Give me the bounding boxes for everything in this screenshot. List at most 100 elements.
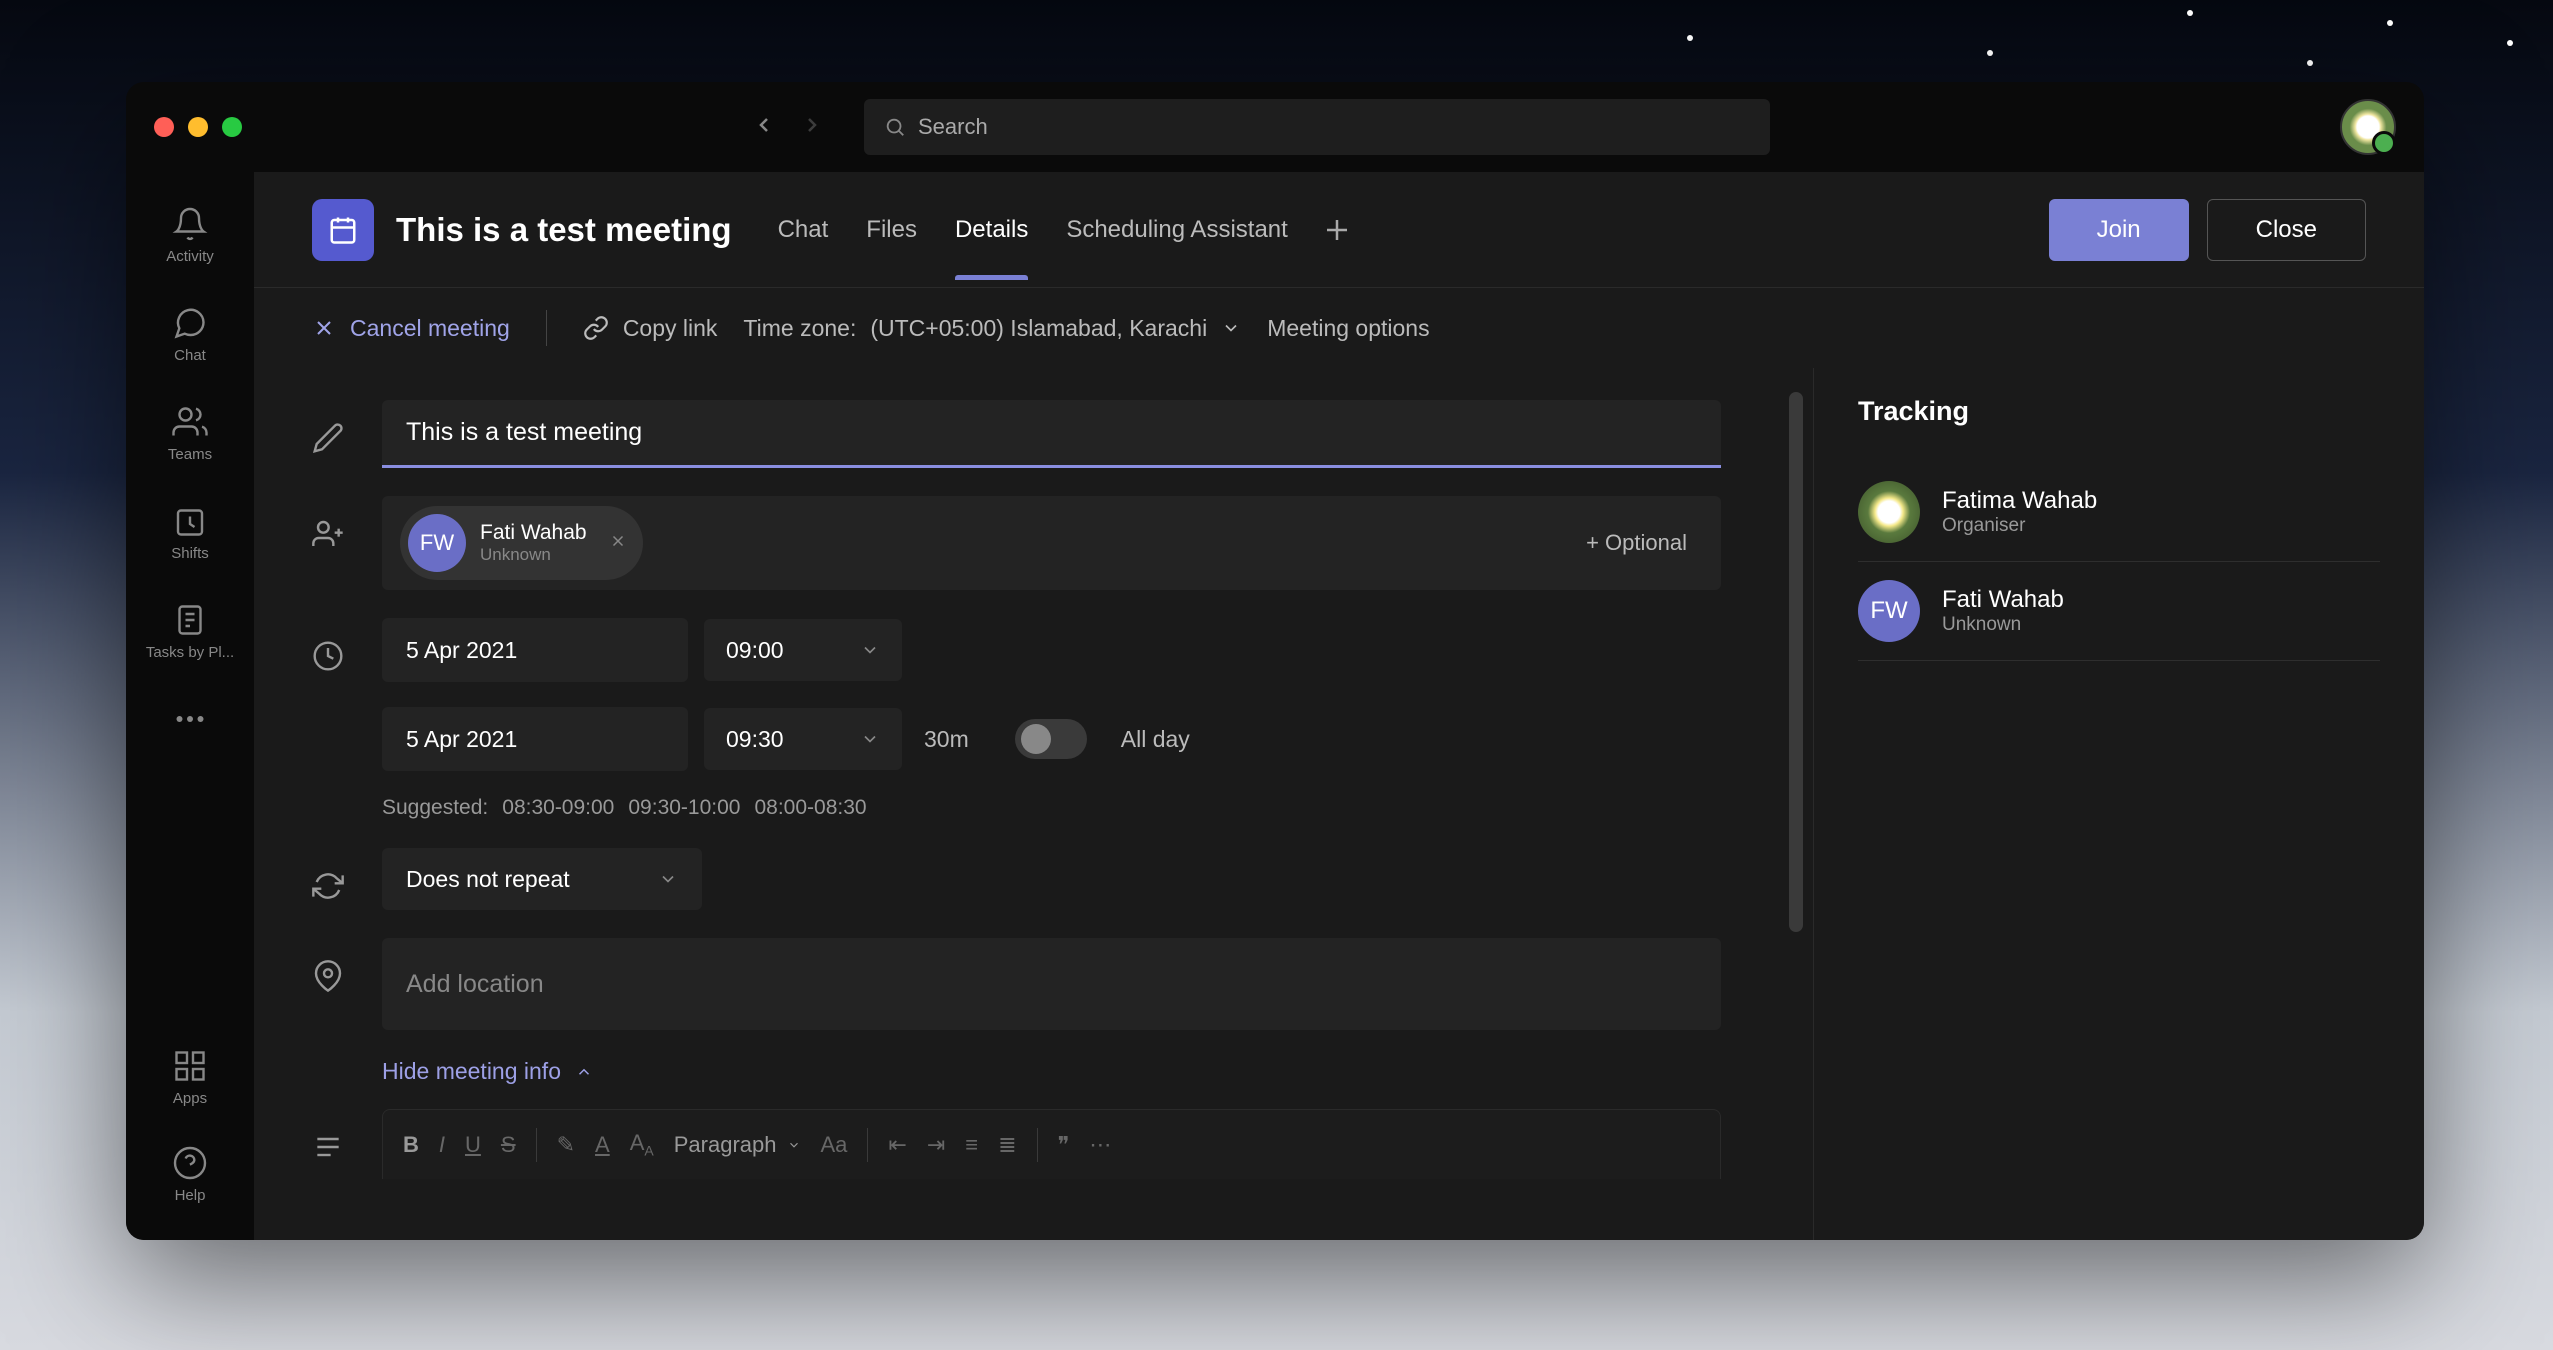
timezone-selector[interactable]: Time zone: (UTC+05:00) Islamabad, Karach…	[743, 315, 1241, 342]
clear-format-button[interactable]: Aa	[821, 1132, 848, 1158]
tab-details[interactable]: Details	[955, 180, 1028, 280]
indent-button[interactable]: ⇥	[927, 1132, 945, 1158]
nav-back-button[interactable]	[752, 113, 776, 142]
teams-window: Search Activity Chat Teams Shifts	[126, 82, 2424, 1240]
repeat-select[interactable]: Does not repeat	[382, 848, 702, 910]
scrollbar[interactable]	[1789, 392, 1803, 932]
help-icon	[172, 1145, 208, 1181]
number-list-button[interactable]: ≣	[998, 1132, 1016, 1158]
description-icon	[312, 1109, 348, 1168]
apps-icon	[172, 1048, 208, 1084]
start-date-input[interactable]: 5 Apr 2021	[382, 618, 688, 682]
attendee-name: Fati Wahab	[480, 520, 587, 545]
calendar-icon	[312, 199, 374, 261]
end-time-select[interactable]: 09:30	[704, 708, 902, 770]
meeting-form: FW Fati Wahab Unknown + Option	[254, 368, 1814, 1240]
minimize-window-button[interactable]	[188, 117, 208, 137]
meeting-title: This is a test meeting	[396, 211, 732, 249]
rail-more[interactable]	[126, 691, 254, 747]
cancel-meeting-button[interactable]: Cancel meeting	[312, 315, 510, 342]
chat-icon	[172, 305, 208, 341]
rail-label: Help	[175, 1187, 206, 1204]
content-area: This is a test meeting Chat Files Detail…	[254, 172, 2424, 1240]
rail-label: Activity	[166, 248, 214, 265]
quote-button[interactable]: ❞	[1058, 1132, 1070, 1158]
user-avatar[interactable]	[2340, 99, 2396, 155]
tasks-icon	[172, 602, 208, 638]
chevron-down-icon	[1221, 318, 1241, 338]
hide-meeting-info-button[interactable]: Hide meeting info	[382, 1058, 1721, 1085]
clock-icon	[312, 618, 348, 677]
tab-files[interactable]: Files	[866, 180, 917, 280]
tracker-row[interactable]: Fatima Wahab Organiser	[1858, 463, 2380, 562]
allday-toggle[interactable]	[1015, 719, 1087, 759]
close-window-button[interactable]	[154, 117, 174, 137]
allday-label: All day	[1121, 726, 1190, 753]
attendee-chip: FW Fati Wahab Unknown	[400, 506, 643, 580]
people-icon	[312, 496, 348, 555]
chevron-up-icon	[575, 1063, 593, 1081]
bold-button[interactable]: B	[403, 1132, 419, 1158]
rail-shifts[interactable]: Shifts	[126, 493, 254, 572]
tracker-name: Fatima Wahab	[1942, 487, 2097, 515]
tracking-panel: Tracking Fatima Wahab Organiser FW Fati …	[1814, 368, 2424, 1240]
link-icon	[583, 315, 609, 341]
attendee-avatar: FW	[408, 514, 466, 572]
font-size-button[interactable]: AA	[630, 1130, 654, 1158]
tab-scheduling-assistant[interactable]: Scheduling Assistant	[1066, 180, 1287, 280]
rail-apps[interactable]: Apps	[172, 1038, 208, 1117]
add-tab-button[interactable]	[1322, 215, 1352, 245]
search-input[interactable]: Search	[864, 99, 1770, 155]
meeting-title-input[interactable]	[382, 400, 1721, 468]
end-date-input[interactable]: 5 Apr 2021	[382, 707, 688, 771]
search-placeholder: Search	[918, 114, 988, 140]
rail-teams[interactable]: Teams	[126, 394, 254, 473]
tab-chat[interactable]: Chat	[778, 180, 829, 280]
time-suggestions: Suggested: 08:30-09:00 09:30-10:00 08:00…	[382, 796, 1721, 820]
rail-label: Chat	[174, 347, 206, 364]
suggestion-slot[interactable]: 09:30-10:00	[628, 796, 740, 820]
window-controls	[154, 117, 242, 137]
nav-forward-button[interactable]	[800, 113, 824, 142]
suggestion-slot[interactable]: 08:30-09:00	[502, 796, 614, 820]
titlebar: Search	[126, 82, 2424, 172]
tracker-role: Organiser	[1942, 515, 2097, 537]
bullet-list-button[interactable]: ≡	[965, 1132, 978, 1158]
add-optional-button[interactable]: + Optional	[1586, 530, 1703, 556]
more-format-button[interactable]: ⋯	[1089, 1132, 1111, 1158]
close-button[interactable]: Close	[2207, 199, 2366, 261]
maximize-window-button[interactable]	[222, 117, 242, 137]
bell-icon	[172, 206, 208, 242]
rail-help[interactable]: Help	[172, 1135, 208, 1214]
attendee-status: Unknown	[480, 545, 587, 565]
attendees-input[interactable]: FW Fati Wahab Unknown + Option	[382, 496, 1721, 590]
highlight-button[interactable]: ✎	[557, 1132, 575, 1158]
copy-link-button[interactable]: Copy link	[583, 315, 718, 342]
rail-chat[interactable]: Chat	[126, 295, 254, 374]
font-color-button[interactable]: A	[595, 1132, 610, 1158]
meeting-options-button[interactable]: Meeting options	[1267, 315, 1429, 342]
paragraph-select[interactable]: Paragraph	[674, 1132, 801, 1158]
rail-activity[interactable]: Activity	[126, 196, 254, 275]
tracker-role: Unknown	[1942, 614, 2064, 636]
rail-label: Shifts	[171, 545, 209, 562]
tracker-avatar	[1858, 481, 1920, 543]
join-button[interactable]: Join	[2049, 199, 2189, 261]
suggestion-slot[interactable]: 08:00-08:30	[754, 796, 866, 820]
editor-toolbar: B I U S ✎ A AA Paragraph	[382, 1109, 1721, 1179]
outdent-button[interactable]: ⇤	[888, 1132, 906, 1158]
tracking-heading: Tracking	[1858, 396, 2380, 427]
underline-button[interactable]: U	[465, 1132, 481, 1158]
location-input[interactable]: Add location	[382, 938, 1721, 1030]
meeting-tabs: Chat Files Details Scheduling Assistant	[778, 180, 1288, 280]
tracker-name: Fati Wahab	[1942, 586, 2064, 614]
start-time-select[interactable]: 09:00	[704, 619, 902, 681]
strike-button[interactable]: S	[501, 1132, 516, 1158]
rail-tasks[interactable]: Tasks by Pl...	[126, 592, 254, 671]
italic-button[interactable]: I	[439, 1132, 445, 1158]
rail-label: Apps	[173, 1090, 207, 1107]
more-icon	[172, 701, 208, 737]
remove-attendee-button[interactable]	[609, 532, 627, 555]
search-icon	[884, 116, 906, 138]
tracker-row[interactable]: FW Fati Wahab Unknown	[1858, 562, 2380, 661]
